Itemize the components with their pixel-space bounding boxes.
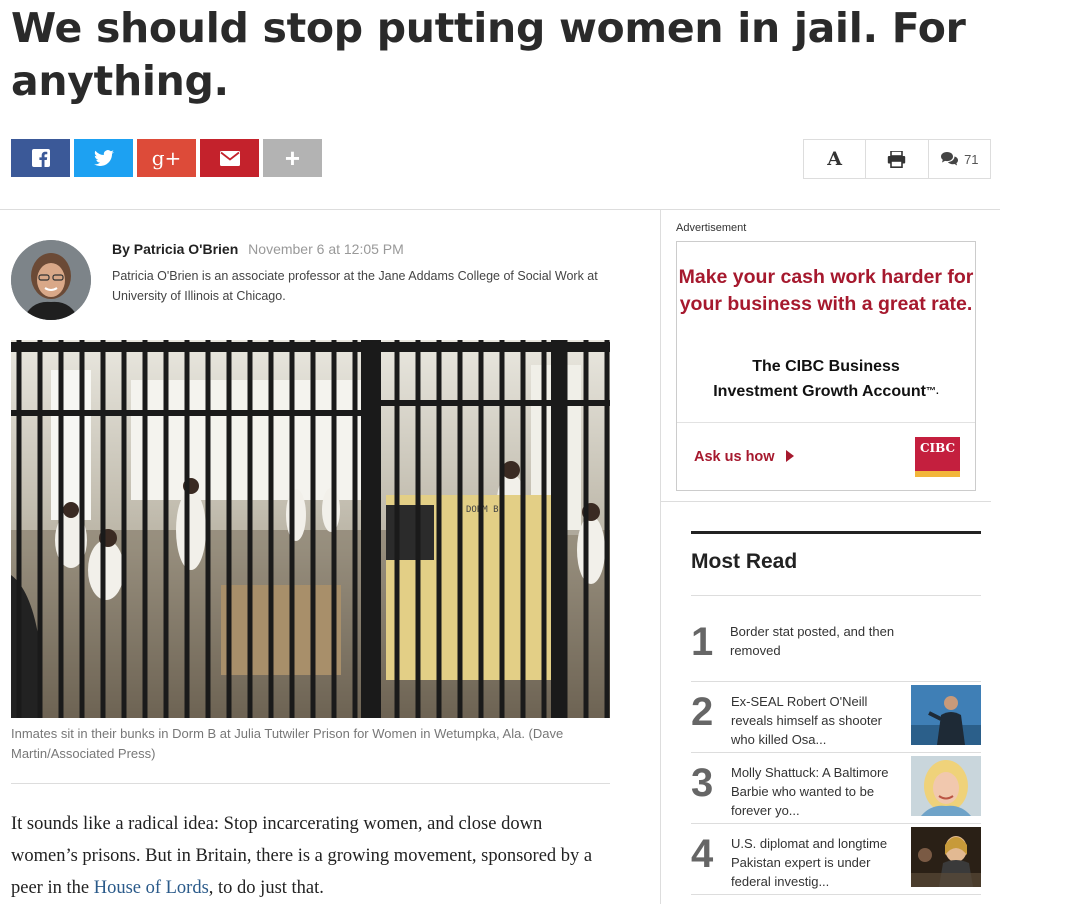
most-read-item[interactable]: 2 Ex-SEAL Robert O'Neill reveals himself…: [691, 682, 981, 753]
email-share-button[interactable]: [200, 139, 259, 177]
rank-number: 3: [691, 761, 714, 805]
item-thumbnail[interactable]: [911, 827, 981, 887]
most-read-list: 1 Border stat posted, and then removed 2…: [691, 612, 981, 895]
comments-button[interactable]: 71: [929, 140, 990, 178]
googleplus-share-button[interactable]: g+: [137, 139, 196, 177]
ad-subheadline: The CIBC Business Investment Growth Acco…: [677, 354, 975, 404]
byline: By Patricia O'Brien November 6 at 12:05 …: [112, 241, 404, 257]
column-divider: [660, 209, 661, 904]
article-body: It sounds like a radical idea: Stop inca…: [11, 808, 611, 904]
comment-count: 71: [964, 151, 979, 167]
header-divider: [0, 209, 1000, 210]
article-photo: DORM B: [11, 340, 610, 718]
sidebar-divider: [660, 501, 991, 502]
facebook-share-button[interactable]: [11, 139, 70, 177]
paragraph-text-end: , to do just that.: [208, 878, 324, 898]
ad-headline: Make your cash work harder for your busi…: [678, 266, 974, 315]
item-thumbnail[interactable]: [911, 756, 981, 816]
item-title[interactable]: Molly Shattuck: A Baltimore Barbie who w…: [731, 763, 906, 820]
ad-sub-line1: The CIBC Business: [752, 358, 900, 375]
comments-icon: [941, 152, 959, 166]
plus-icon: +: [284, 142, 301, 173]
most-read-divider: [691, 595, 981, 596]
rank-number: 1: [691, 620, 714, 664]
cibc-logo: CIBC: [915, 437, 960, 477]
item-title[interactable]: Ex-SEAL Robert O'Neill reveals himself a…: [731, 692, 906, 749]
item-title[interactable]: U.S. diplomat and longtime Pakistan expe…: [731, 834, 906, 891]
photo-caption: Inmates sit in their bunks in Dorm B at …: [11, 726, 564, 761]
play-arrow-icon: [785, 450, 794, 462]
rank-number: 2: [691, 690, 714, 734]
googleplus-icon: g+: [151, 146, 182, 170]
ad-sub-line2: Investment Growth Account™.: [713, 383, 939, 400]
email-icon: [219, 150, 240, 166]
article-headline: We should stop putting women in jail. Fo…: [11, 4, 966, 105]
advertisement-banner[interactable]: Make your cash work harder for your busi…: [676, 241, 976, 491]
most-read-item[interactable]: 4 U.S. diplomat and longtime Pakistan ex…: [691, 824, 981, 895]
caption-divider: [11, 783, 610, 784]
print-icon: [888, 150, 906, 168]
author-name[interactable]: By Patricia O'Brien: [112, 241, 238, 257]
most-read-item[interactable]: 3 Molly Shattuck: A Baltimore Barbie who…: [691, 753, 981, 824]
author-avatar: [11, 240, 91, 320]
facebook-icon: [31, 149, 50, 167]
most-read-item[interactable]: 1 Border stat posted, and then removed: [691, 612, 981, 682]
most-read-rule: [691, 531, 981, 534]
twitter-icon: [93, 150, 114, 166]
most-read-title: Most Read: [691, 550, 798, 573]
advertisement-label: Advertisement: [676, 222, 747, 234]
publish-date: November 6 at 12:05 PM: [248, 241, 404, 257]
article-tools: A 71: [803, 139, 991, 179]
more-share-button[interactable]: +: [263, 139, 322, 177]
item-thumbnail[interactable]: [911, 685, 981, 745]
ad-divider: [677, 422, 975, 423]
author-bio: Patricia O'Brien is an associate profess…: [112, 269, 598, 303]
ad-cta[interactable]: Ask us how: [694, 449, 795, 465]
item-title[interactable]: Border stat posted, and then removed: [730, 622, 930, 660]
print-button[interactable]: [866, 140, 929, 178]
rank-number: 4: [691, 832, 714, 876]
share-bar: g+ +: [11, 139, 322, 177]
house-of-lords-link[interactable]: House of Lords: [94, 878, 209, 898]
font-size-label: A: [827, 148, 843, 170]
font-size-button[interactable]: A: [804, 140, 867, 178]
twitter-share-button[interactable]: [74, 139, 133, 177]
